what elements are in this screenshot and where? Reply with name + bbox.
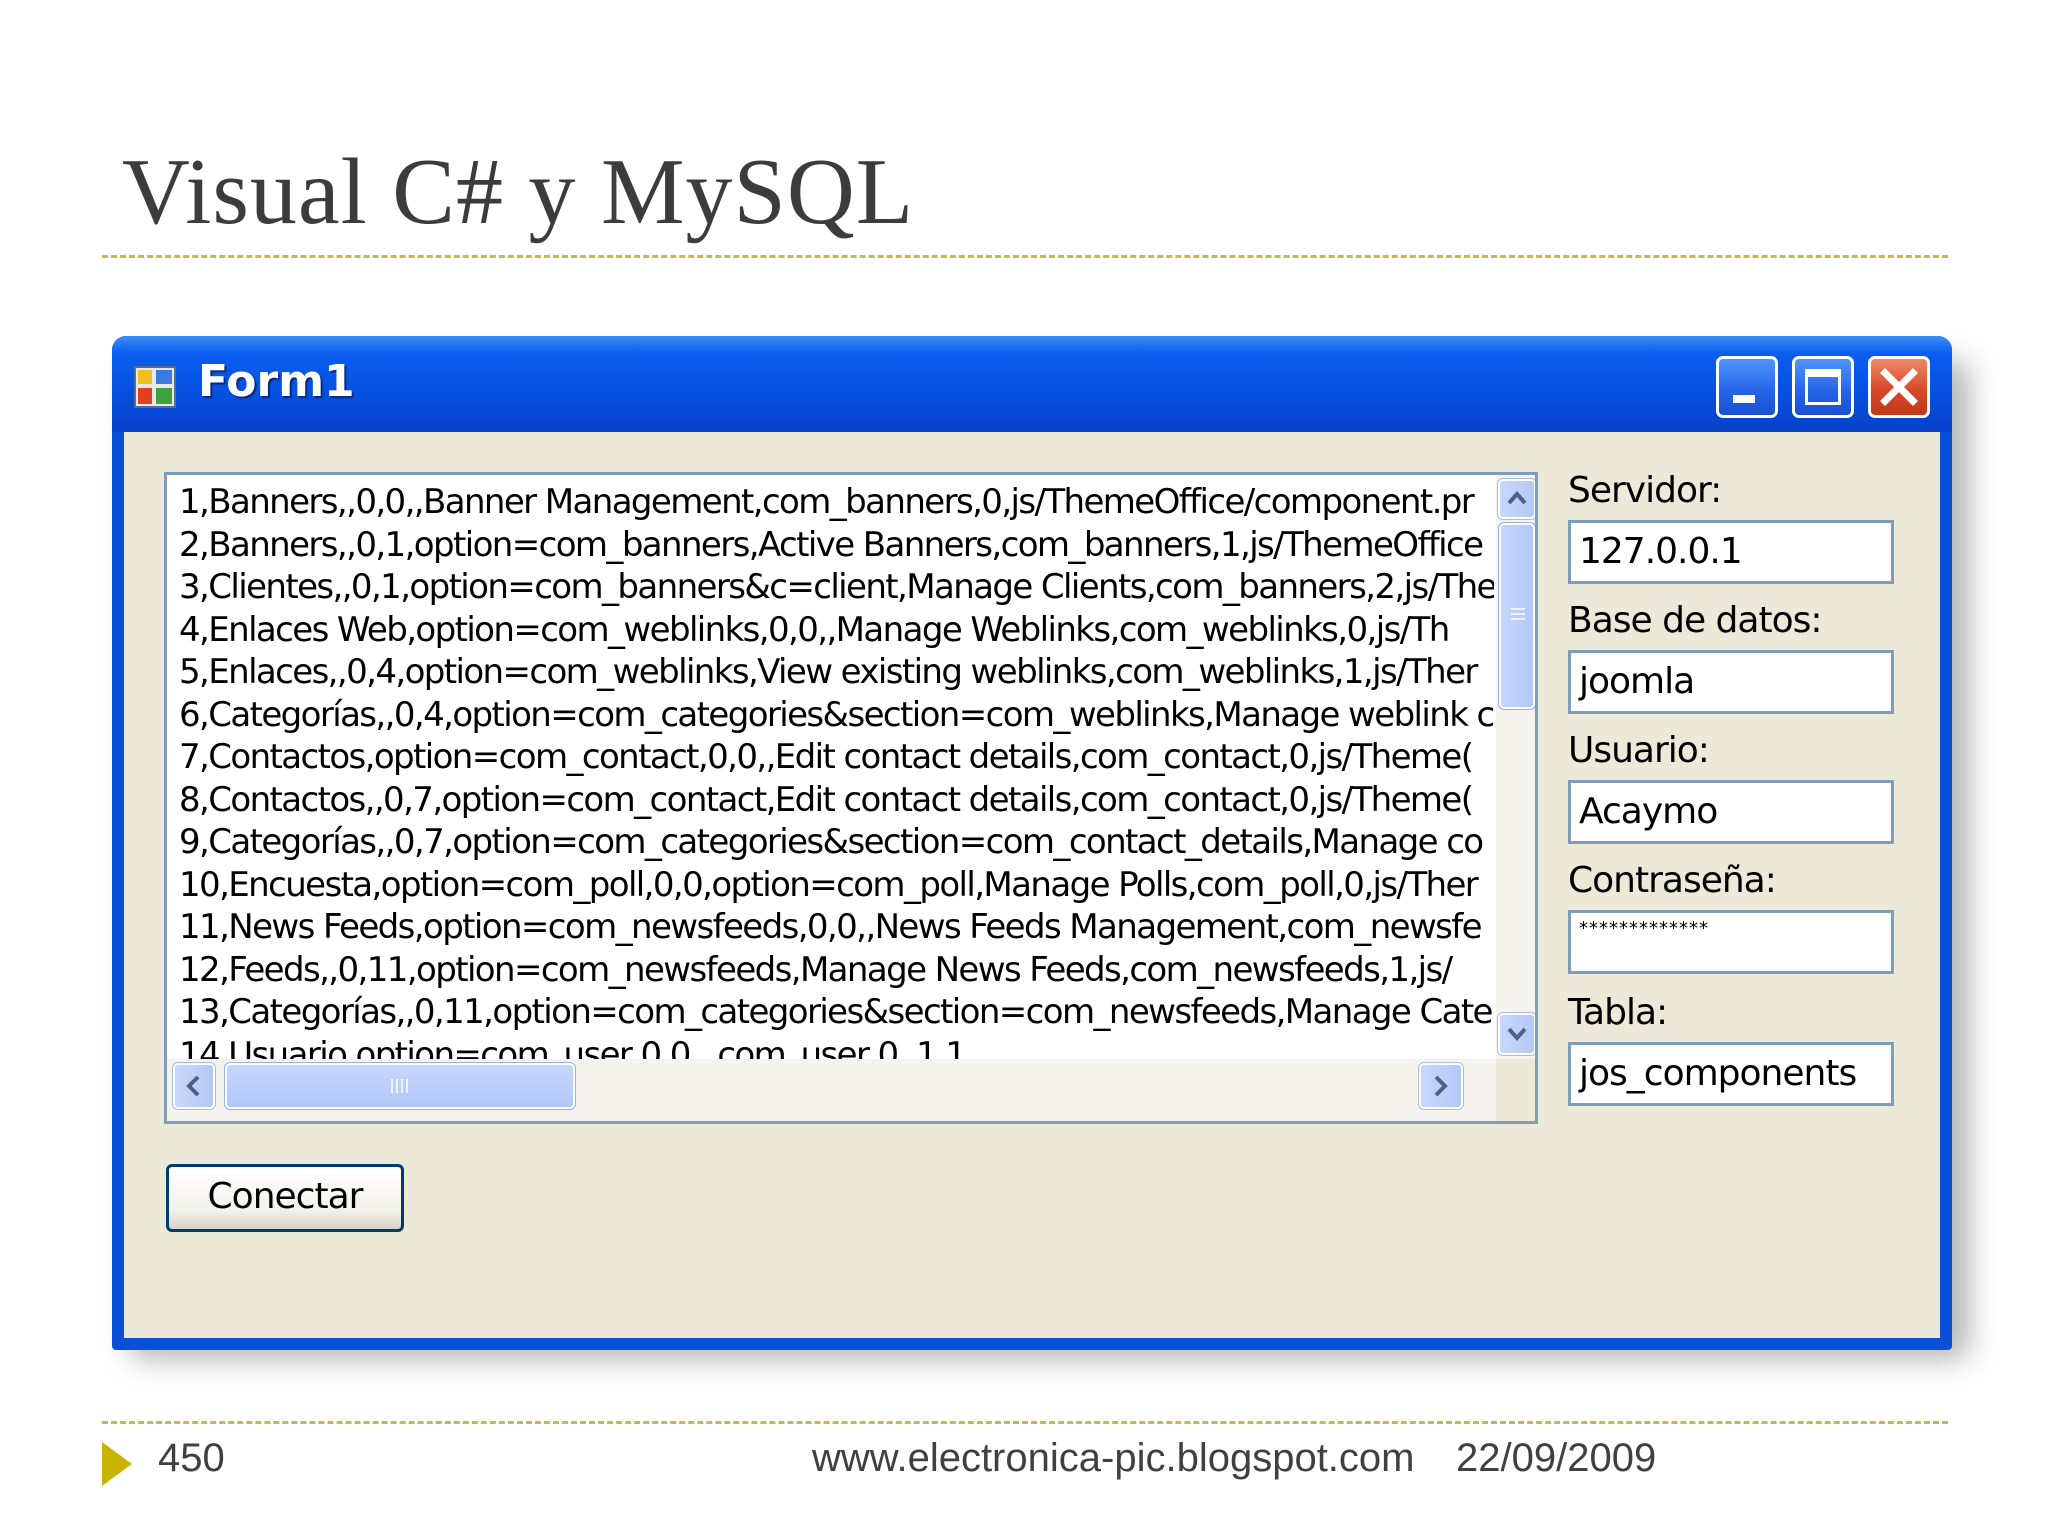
list-item[interactable]: 1,Banners,,0,0,,Banner Management,com_ba… (179, 481, 1494, 524)
vertical-scroll-thumb[interactable] (1498, 522, 1535, 710)
database-input[interactable]: joomla (1568, 650, 1894, 714)
grip-icon (1511, 608, 1525, 620)
footer-url: www.electronica-pic.blogspot.com (812, 1436, 1415, 1480)
close-button[interactable] (1868, 356, 1930, 418)
form1-window: Form1 1,Banners,,0,0,,Banner Management,… (112, 336, 1952, 1350)
list-item[interactable]: 5,Enlaces,,0,4,option=com_weblinks,View … (179, 651, 1494, 694)
scroll-up-button[interactable] (1497, 478, 1535, 520)
horizontal-scrollbar[interactable] (167, 1059, 1496, 1121)
list-item[interactable]: 9,Categorías,,0,7,option=com_categories&… (179, 821, 1494, 864)
database-label: Base de datos: (1568, 600, 1822, 641)
list-item[interactable]: 6,Categorías,,0,4,option=com_categories&… (179, 694, 1494, 737)
minimize-button[interactable] (1716, 356, 1778, 418)
scrollbar-corner (1496, 1059, 1535, 1121)
server-input[interactable]: 127.0.0.1 (1568, 520, 1894, 584)
server-label: Servidor: (1568, 470, 1722, 511)
scroll-down-button[interactable] (1497, 1012, 1535, 1056)
scroll-left-icon (186, 1075, 200, 1097)
user-label: Usuario: (1568, 730, 1710, 771)
listbox-rows: 1,Banners,,0,0,,Banner Management,com_ba… (179, 481, 1494, 1059)
scroll-right-icon (1434, 1075, 1448, 1097)
list-item[interactable]: 3,Clientes,,0,1,option=com_banners&c=cli… (179, 566, 1494, 609)
user-input[interactable]: Acaymo (1568, 780, 1894, 844)
list-item[interactable]: 12,Feeds,,0,11,option=com_newsfeeds,Mana… (179, 949, 1494, 992)
scroll-down-icon (1507, 1027, 1527, 1042)
connect-button[interactable]: Conectar (166, 1164, 404, 1232)
list-item[interactable]: 11,News Feeds,option=com_newsfeeds,0,0,,… (179, 906, 1494, 949)
footer-divider (102, 1421, 1948, 1424)
results-listbox[interactable]: 1,Banners,,0,0,,Banner Management,com_ba… (164, 472, 1538, 1124)
list-item[interactable]: 7,Contactos,option=com_contact,0,0,,Edit… (179, 736, 1494, 779)
title-divider (102, 255, 1948, 258)
footer-arrow-icon (102, 1442, 132, 1486)
list-item[interactable]: 14,Usuario,option=com_user,0,0,,,com_use… (179, 1034, 1494, 1060)
list-item[interactable]: 8,Contactos,,0,7,option=com_contact,Edit… (179, 779, 1494, 822)
list-item[interactable]: 10,Encuesta,option=com_poll,0,0,option=c… (179, 864, 1494, 907)
list-item[interactable]: 4,Enlaces Web,option=com_weblinks,0,0,,M… (179, 609, 1494, 652)
scroll-up-icon (1507, 490, 1527, 505)
table-label: Tabla: (1568, 992, 1668, 1033)
password-input[interactable]: ************* (1568, 910, 1894, 974)
close-icon (1880, 368, 1918, 406)
maximize-icon (1805, 369, 1841, 405)
list-item[interactable]: 13,Categorías,,0,11,option=com_categorie… (179, 991, 1494, 1034)
horizontal-scroll-thumb[interactable] (224, 1062, 576, 1110)
window-titlebar[interactable]: Form1 (112, 336, 1952, 432)
slide-title: Visual C# y MySQL (122, 140, 915, 244)
list-item[interactable]: 2,Banners,,0,1,option=com_banners,Active… (179, 524, 1494, 567)
window-title: Form1 (198, 356, 355, 407)
maximize-button[interactable] (1792, 356, 1854, 418)
minimize-icon (1733, 395, 1755, 403)
footer-date: 22/09/2009 (1456, 1436, 1657, 1480)
grip-icon (391, 1079, 408, 1093)
scroll-right-button[interactable] (1418, 1062, 1464, 1110)
table-input[interactable]: jos_components (1568, 1042, 1894, 1106)
vertical-scrollbar[interactable] (1496, 475, 1535, 1059)
scroll-left-button[interactable] (172, 1062, 216, 1110)
password-label: Contraseña: (1568, 860, 1777, 901)
form-app-icon (134, 366, 176, 408)
footer-page-number: 450 (158, 1436, 225, 1480)
window-client-area: 1,Banners,,0,0,,Banner Management,com_ba… (124, 432, 1940, 1338)
